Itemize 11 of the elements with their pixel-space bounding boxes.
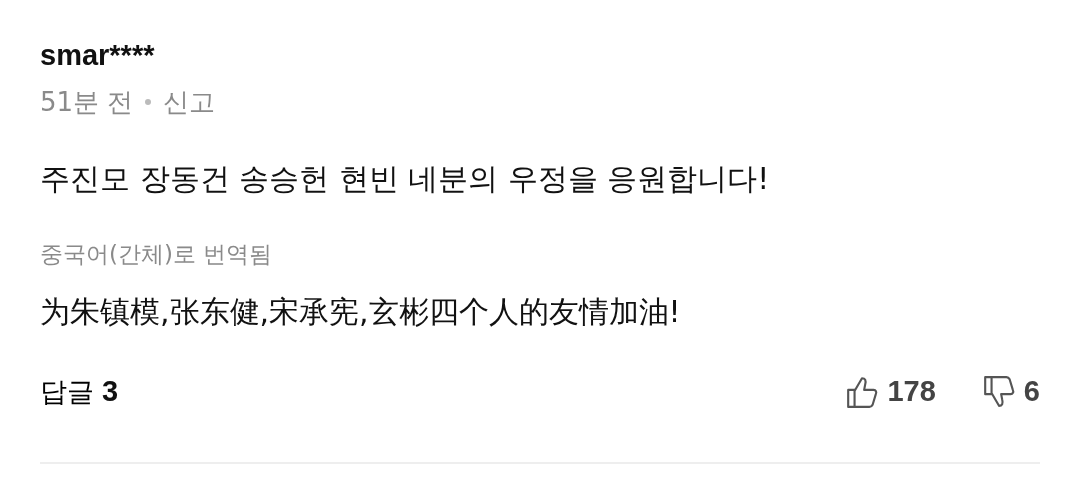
translation-note: 중국어(간체)로 번역됨 xyxy=(40,239,274,269)
dislike-button[interactable]: 6 xyxy=(981,370,1040,414)
thumbs-down-icon xyxy=(981,375,1016,410)
separator-dot xyxy=(145,99,152,106)
translated-text: 为朱镇模,张东健,宋承宪,玄彬四个人的友情加油! xyxy=(40,293,682,332)
username: smar**** xyxy=(40,38,156,73)
replies-button[interactable]: 답글 3 xyxy=(40,370,119,414)
like-button[interactable]: 178 xyxy=(845,370,936,414)
comment-time: 51분 전 xyxy=(40,85,134,119)
thumbs-up-icon xyxy=(845,375,880,410)
comment-text: 주진모 장동건 송승헌 현빈 네분의 우정을 응원합니다! xyxy=(40,159,771,198)
